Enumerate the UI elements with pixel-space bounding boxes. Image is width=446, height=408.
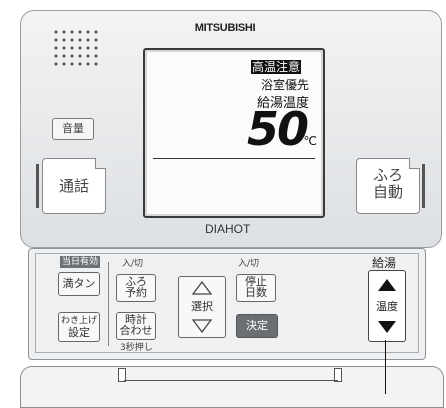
lcd-display: 高温注意 浴室優先 給湯温度 50 ℃ — [143, 48, 325, 218]
down-triangle-icon — [192, 319, 212, 333]
reheat-setting-button[interactable]: わき上げ 設定 — [58, 312, 100, 342]
temp-up-icon[interactable] — [378, 279, 396, 291]
hold-3s-label: 3秒押し — [120, 343, 153, 353]
volume-button[interactable]: 音量 — [52, 118, 94, 140]
panel-divider — [108, 262, 109, 346]
brand-logo: MITSUBISHI — [194, 22, 256, 34]
stop-days-label-2: 日数 — [245, 286, 267, 299]
current-effective-tag: 当日有効 — [60, 256, 101, 268]
lcd-divider — [153, 158, 315, 159]
talk-button[interactable]: 通話 — [42, 158, 106, 214]
reheat-label-2: 設定 — [68, 326, 90, 339]
bath-auto-label-2: 自動 — [372, 183, 403, 201]
bath-reserve-button[interactable]: ふろ 予約 — [116, 274, 156, 302]
bath-auto-label-1: ふろ — [372, 166, 403, 184]
cover-edge — [124, 380, 338, 381]
temperature-value: 50 — [246, 102, 309, 156]
temperature-unit: ℃ — [303, 134, 317, 148]
left-bar — [36, 164, 39, 208]
on-off-label-2: 入/切 — [238, 259, 260, 269]
talk-label: 通話 — [58, 177, 89, 195]
temp-down-icon[interactable] — [378, 321, 396, 333]
up-triangle-icon — [192, 281, 212, 295]
on-off-label-1: 入/切 — [122, 259, 144, 269]
bath-auto-button[interactable]: ふろ 自動 — [356, 158, 420, 214]
select-button[interactable]: 選択 — [178, 276, 226, 338]
model-name: DIAHOT — [205, 222, 251, 236]
callout-pointer-line — [385, 340, 386, 394]
lower-cover-frame — [20, 366, 444, 408]
button-corner — [95, 158, 106, 169]
speaker-grille — [52, 28, 100, 68]
clock-set-button[interactable]: 時計 合わせ — [116, 312, 156, 340]
button-corner — [409, 158, 420, 169]
hot-water-label: 給湯 — [372, 256, 397, 270]
select-label: 選択 — [191, 300, 213, 313]
temp-label: 温度 — [376, 300, 398, 313]
confirm-button[interactable]: 決定 — [236, 314, 278, 338]
bath-priority-label: 浴室優先 — [260, 78, 309, 92]
temperature-adjust-button[interactable]: 温度 — [368, 270, 406, 342]
clock-label-2: 合わせ — [119, 324, 153, 337]
full-tank-button[interactable]: 満タン — [58, 272, 100, 296]
stop-days-button[interactable]: 停止 日数 — [236, 274, 276, 302]
bath-reserve-label-2: 予約 — [125, 286, 147, 299]
right-bar — [422, 164, 425, 208]
high-temp-warning: 高温注意 — [250, 60, 301, 74]
